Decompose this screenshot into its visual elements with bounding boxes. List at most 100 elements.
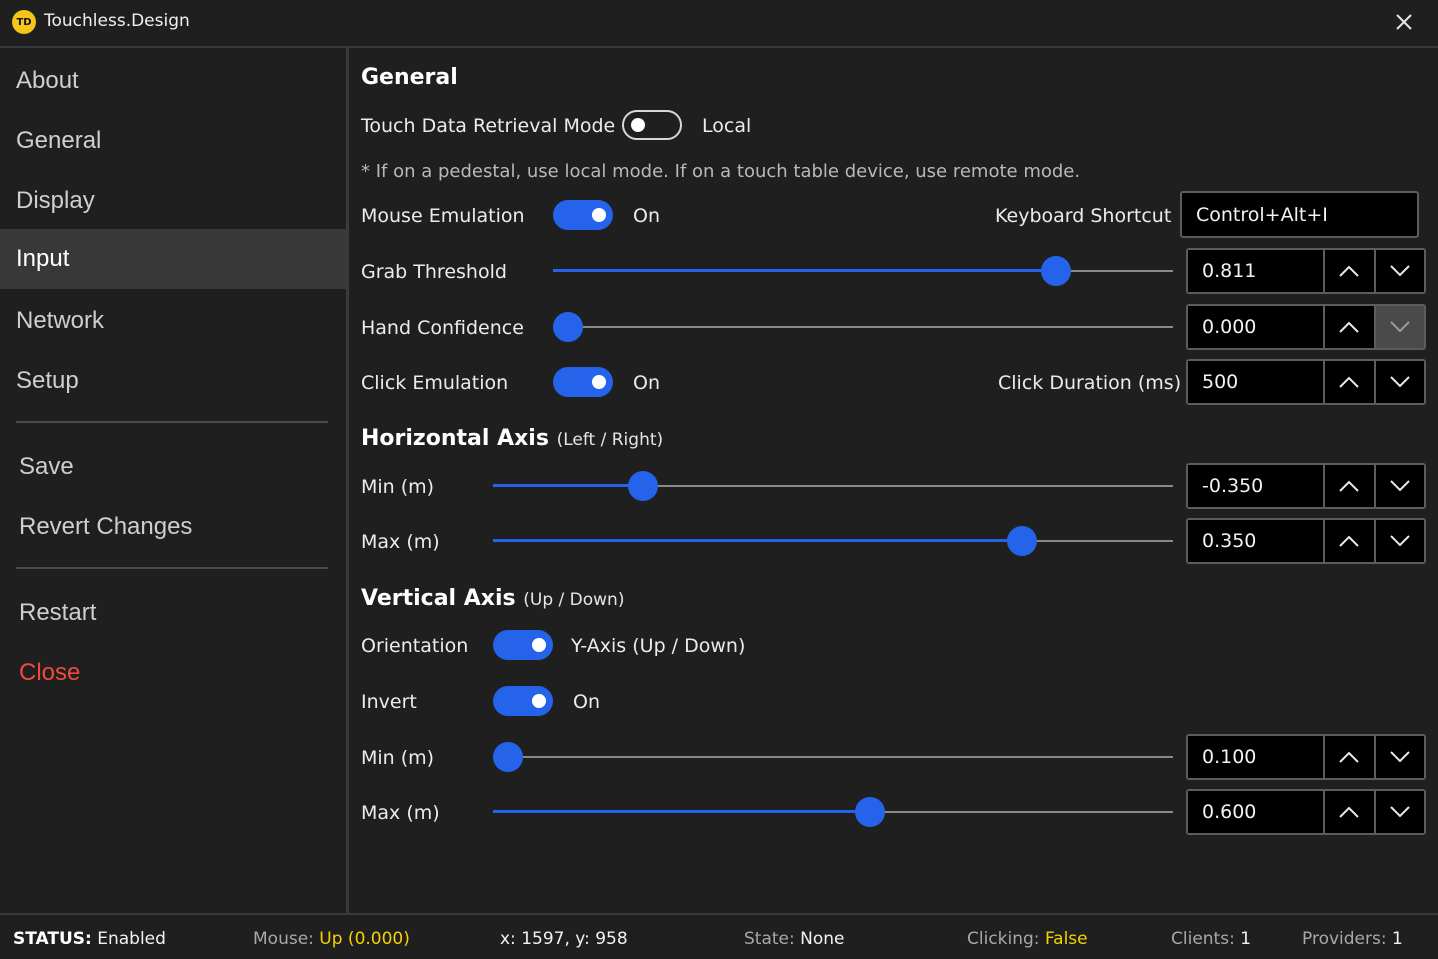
chevron-up-icon	[1339, 806, 1359, 818]
chevron-up-icon	[1339, 321, 1359, 333]
click-duration-value[interactable]	[1188, 361, 1323, 403]
horizontal-max-slider[interactable]	[493, 526, 1173, 556]
vertical-max-slider[interactable]	[493, 797, 1173, 827]
decrement-button[interactable]	[1373, 250, 1424, 292]
vertical-min-value[interactable]	[1188, 736, 1323, 778]
click-emulation-toggle[interactable]	[553, 367, 613, 397]
increment-button[interactable]	[1323, 306, 1374, 348]
increment-button[interactable]	[1323, 361, 1374, 403]
slider-thumb[interactable]	[627, 471, 658, 501]
keyboard-shortcut-label: Keyboard Shortcut	[995, 205, 1172, 227]
status-enabled: STATUS: Enabled	[13, 929, 166, 949]
title-bar: TD Touchless.Design	[0, 0, 1438, 48]
vertical-max-value[interactable]	[1188, 791, 1323, 833]
hand-confidence-label: Hand Confidence	[361, 317, 524, 339]
orientation-value: Y-Axis (Up / Down)	[571, 635, 746, 657]
grab-threshold-slider[interactable]	[553, 256, 1173, 286]
chevron-down-icon	[1390, 535, 1410, 547]
decrement-button[interactable]	[1373, 736, 1424, 778]
mouse-emulation-value: On	[633, 205, 660, 227]
nav-item-input[interactable]: Input	[0, 229, 346, 289]
decrement-button[interactable]	[1373, 465, 1424, 507]
vertical-min-numberbox	[1186, 734, 1426, 780]
nav-item-about[interactable]: About	[0, 51, 346, 111]
restart-button[interactable]: Restart	[0, 583, 346, 643]
section-heading-vertical-axis: Vertical Axis (Up / Down)	[361, 586, 625, 611]
section-heading-horizontal-axis: Horizontal Axis (Left / Right)	[361, 426, 664, 451]
increment-button[interactable]	[1323, 465, 1374, 507]
touch-mode-toggle[interactable]	[622, 110, 682, 140]
touch-mode-label: Touch Data Retrieval Mode	[361, 115, 616, 137]
toggle-knob	[532, 638, 546, 652]
nav-item-setup[interactable]: Setup	[0, 351, 346, 411]
status-clients: Clients: 1	[1171, 929, 1252, 949]
hand-confidence-value[interactable]	[1188, 306, 1323, 348]
grab-threshold-value[interactable]	[1188, 250, 1323, 292]
close-icon	[1396, 14, 1412, 30]
horizontal-min-value[interactable]	[1188, 465, 1323, 507]
chevron-up-icon	[1339, 376, 1359, 388]
slider-thumb[interactable]	[1007, 526, 1038, 556]
chevron-up-icon	[1339, 535, 1359, 547]
increment-button[interactable]	[1323, 791, 1374, 833]
slider-thumb[interactable]	[1040, 256, 1071, 286]
slider-thumb[interactable]	[493, 742, 523, 772]
section-heading-general: General	[361, 65, 458, 90]
chevron-down-icon	[1390, 751, 1410, 763]
vertical-max-numberbox	[1186, 789, 1426, 835]
toggle-knob	[532, 694, 546, 708]
horizontal-max-numberbox	[1186, 518, 1426, 564]
nav-item-general[interactable]: General	[0, 111, 346, 171]
save-button[interactable]: Save	[0, 437, 346, 497]
decrement-button[interactable]	[1373, 520, 1424, 562]
orientation-label: Orientation	[361, 635, 469, 657]
slider-rail	[493, 756, 1173, 758]
chevron-up-icon	[1339, 265, 1359, 277]
mouse-emulation-toggle[interactable]	[553, 200, 613, 230]
invert-value: On	[573, 691, 600, 713]
toggle-knob	[592, 208, 606, 222]
vertical-max-label: Max (m)	[361, 802, 440, 824]
chevron-down-icon	[1390, 806, 1410, 818]
vertical-min-slider[interactable]	[493, 742, 1173, 772]
slider-thumb[interactable]	[553, 312, 583, 342]
decrement-button[interactable]	[1373, 791, 1424, 833]
horizontal-min-slider[interactable]	[493, 471, 1173, 501]
window-close-button[interactable]	[1391, 9, 1417, 35]
sidebar-divider	[16, 421, 328, 423]
invert-toggle[interactable]	[493, 686, 553, 716]
horizontal-min-label: Min (m)	[361, 476, 435, 498]
status-providers: Providers: 1	[1302, 929, 1403, 949]
increment-button[interactable]	[1323, 736, 1374, 778]
decrement-button[interactable]	[1373, 361, 1424, 403]
click-emulation-value: On	[633, 372, 660, 394]
slider-fill	[553, 269, 1056, 272]
toggle-knob	[631, 118, 645, 132]
mouse-emulation-label: Mouse Emulation	[361, 205, 525, 227]
chevron-up-icon	[1339, 751, 1359, 763]
nav-item-network[interactable]: Network	[0, 291, 346, 351]
decrement-button[interactable]	[1373, 306, 1424, 348]
increment-button[interactable]	[1323, 520, 1374, 562]
revert-changes-button[interactable]: Revert Changes	[0, 497, 346, 557]
status-bar: STATUS: Enabled Mouse: Up (0.000) x: 159…	[0, 913, 1438, 959]
orientation-toggle[interactable]	[493, 630, 553, 660]
click-emulation-label: Click Emulation	[361, 372, 509, 394]
app-title: Touchless.Design	[44, 11, 190, 31]
app-logo-icon: TD	[12, 10, 36, 34]
input-settings-panel: General Touch Data Retrieval Mode Local …	[349, 48, 1438, 913]
horizontal-max-value[interactable]	[1188, 520, 1323, 562]
nav-item-display[interactable]: Display	[0, 171, 346, 231]
slider-fill	[493, 539, 1023, 542]
hand-confidence-slider[interactable]	[553, 312, 1173, 342]
keyboard-shortcut-input[interactable]	[1180, 191, 1419, 238]
close-app-button[interactable]: Close	[0, 643, 346, 703]
grab-threshold-label: Grab Threshold	[361, 261, 507, 283]
chevron-down-icon	[1390, 265, 1410, 277]
slider-thumb[interactable]	[854, 797, 885, 827]
vertical-min-label: Min (m)	[361, 747, 435, 769]
slider-fill	[493, 484, 643, 487]
horizontal-min-numberbox	[1186, 463, 1426, 509]
increment-button[interactable]	[1323, 250, 1374, 292]
touch-mode-note: * If on a pedestal, use local mode. If o…	[361, 161, 1081, 182]
